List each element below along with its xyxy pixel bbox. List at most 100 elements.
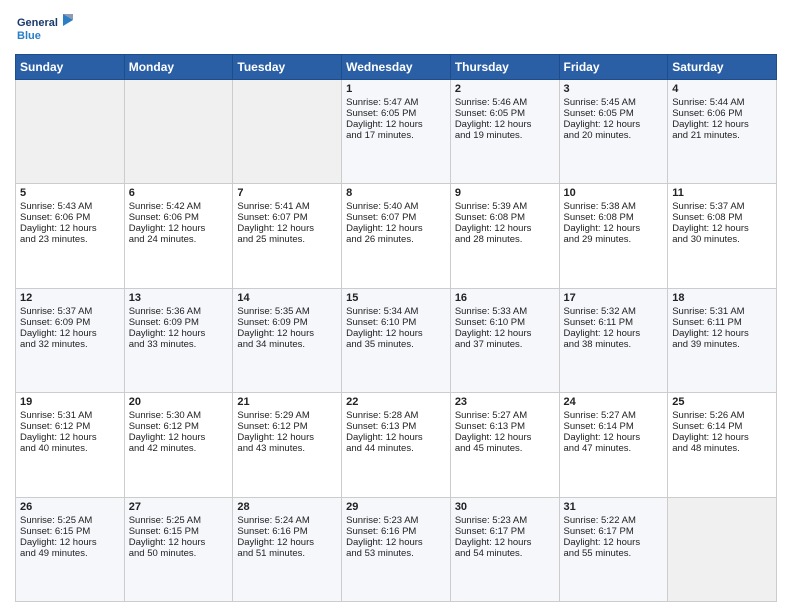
day-info: and 37 minutes. <box>455 339 555 350</box>
day-info: and 38 minutes. <box>564 339 664 350</box>
day-number: 22 <box>346 396 446 408</box>
day-info: Daylight: 12 hours <box>237 432 337 443</box>
day-info: Daylight: 12 hours <box>20 537 120 548</box>
day-info: Daylight: 12 hours <box>455 328 555 339</box>
day-info: and 43 minutes. <box>237 443 337 454</box>
day-number: 11 <box>672 187 772 199</box>
day-number: 24 <box>564 396 664 408</box>
day-info: Daylight: 12 hours <box>564 223 664 234</box>
day-info: and 29 minutes. <box>564 234 664 245</box>
day-number: 29 <box>346 501 446 513</box>
day-info: Sunset: 6:05 PM <box>455 108 555 119</box>
day-number: 25 <box>672 396 772 408</box>
calendar-week-5: 26Sunrise: 5:25 AMSunset: 6:15 PMDayligh… <box>16 497 777 601</box>
calendar-cell: 27Sunrise: 5:25 AMSunset: 6:15 PMDayligh… <box>124 497 233 601</box>
day-header-wednesday: Wednesday <box>342 55 451 80</box>
day-info: and 53 minutes. <box>346 548 446 559</box>
header: General Blue <box>15 10 777 46</box>
calendar-cell: 3Sunrise: 5:45 AMSunset: 6:05 PMDaylight… <box>559 80 668 184</box>
day-info: Sunrise: 5:26 AM <box>672 410 772 421</box>
day-info: Daylight: 12 hours <box>346 223 446 234</box>
calendar-cell: 17Sunrise: 5:32 AMSunset: 6:11 PMDayligh… <box>559 288 668 392</box>
calendar-cell: 26Sunrise: 5:25 AMSunset: 6:15 PMDayligh… <box>16 497 125 601</box>
day-number: 4 <box>672 83 772 95</box>
day-info: Sunrise: 5:27 AM <box>455 410 555 421</box>
day-header-friday: Friday <box>559 55 668 80</box>
calendar-cell: 7 Sunrise: 5:41 AMSunset: 6:07 PMDaylight… <box>233 184 342 288</box>
day-info: Sunset: 6:07 PM <box>346 212 446 223</box>
day-info: and 49 minutes. <box>20 548 120 559</box>
day-info: Daylight: 12 hours <box>20 328 120 339</box>
day-info: Sunset: 6:10 PM <box>455 317 555 328</box>
day-number: 3 <box>564 83 664 95</box>
day-info: Sunset: 6:08 PM <box>564 212 664 223</box>
calendar-cell <box>16 80 125 184</box>
day-number: 14 <box>237 292 337 304</box>
day-number: 17 <box>564 292 664 304</box>
day-info: Sunset: 6:05 PM <box>564 108 664 119</box>
day-info: Daylight: 12 hours <box>672 223 772 234</box>
day-info: Daylight: 12 hours <box>672 328 772 339</box>
calendar-cell: 31Sunrise: 5:22 AMSunset: 6:17 PMDayligh… <box>559 497 668 601</box>
day-info: Sunrise: 5:24 AM <box>237 515 337 526</box>
calendar-cell: 15Sunrise: 5:34 AMSunset: 6:10 PMDayligh… <box>342 288 451 392</box>
calendar-cell: 6Sunrise: 5:42 AMSunset: 6:06 PMDaylight… <box>124 184 233 288</box>
calendar-header-row: SundayMondayTuesdayWednesdayThursdayFrid… <box>16 55 777 80</box>
day-info: Sunset: 6:15 PM <box>20 526 120 537</box>
day-number: 7 <box>237 187 337 199</box>
day-info: Sunrise: 5:44 AM <box>672 97 772 108</box>
day-header-sunday: Sunday <box>16 55 125 80</box>
calendar-cell: 10Sunrise: 5:38 AMSunset: 6:08 PMDayligh… <box>559 184 668 288</box>
day-info: Daylight: 12 hours <box>346 328 446 339</box>
day-info: Sunset: 6:11 PM <box>672 317 772 328</box>
day-info: Daylight: 12 hours <box>672 432 772 443</box>
calendar-cell: 16Sunrise: 5:33 AMSunset: 6:10 PMDayligh… <box>450 288 559 392</box>
calendar-cell: 8Sunrise: 5:40 AMSunset: 6:07 PMDaylight… <box>342 184 451 288</box>
day-info: and 17 minutes. <box>346 130 446 141</box>
day-info: Sunset: 6:05 PM <box>346 108 446 119</box>
day-info: Daylight: 12 hours <box>237 223 337 234</box>
day-info: Daylight: 12 hours <box>237 537 337 548</box>
day-info: Sunset: 6:14 PM <box>564 421 664 432</box>
day-info: Sunset: 6:15 PM <box>129 526 229 537</box>
day-info: and 55 minutes. <box>564 548 664 559</box>
calendar-cell: 21Sunrise: 5:29 AMSunset: 6:12 PMDayligh… <box>233 393 342 497</box>
day-info: and 50 minutes. <box>129 548 229 559</box>
day-info: Daylight: 12 hours <box>346 537 446 548</box>
day-info: Sunset: 6:12 PM <box>20 421 120 432</box>
calendar-cell: 29Sunrise: 5:23 AMSunset: 6:16 PMDayligh… <box>342 497 451 601</box>
day-header-saturday: Saturday <box>668 55 777 80</box>
day-info: Daylight: 12 hours <box>564 328 664 339</box>
day-info: Sunset: 6:06 PM <box>20 212 120 223</box>
day-info: and 34 minutes. <box>237 339 337 350</box>
day-info: Daylight: 12 hours <box>672 119 772 130</box>
day-info: and 47 minutes. <box>564 443 664 454</box>
day-number: 30 <box>455 501 555 513</box>
day-info: Sunset: 6:07 PM <box>237 212 337 223</box>
day-info: and 40 minutes. <box>20 443 120 454</box>
calendar-week-1: 1Sunrise: 5:47 AMSunset: 6:05 PMDaylight… <box>16 80 777 184</box>
day-info: Sunrise: 5:41 AM <box>237 201 337 212</box>
day-header-tuesday: Tuesday <box>233 55 342 80</box>
day-info: and 44 minutes. <box>346 443 446 454</box>
day-info: Sunset: 6:16 PM <box>237 526 337 537</box>
day-number: 10 <box>564 187 664 199</box>
day-info: Sunrise: 5:36 AM <box>129 306 229 317</box>
day-info: and 48 minutes. <box>672 443 772 454</box>
day-number: 15 <box>346 292 446 304</box>
day-info: Daylight: 12 hours <box>564 119 664 130</box>
day-info: Sunset: 6:13 PM <box>346 421 446 432</box>
calendar-cell: 12Sunrise: 5:37 AMSunset: 6:09 PMDayligh… <box>16 288 125 392</box>
day-info: and 25 minutes. <box>237 234 337 245</box>
day-info: Sunrise: 5:34 AM <box>346 306 446 317</box>
day-info: Sunset: 6:12 PM <box>129 421 229 432</box>
day-info: Daylight: 12 hours <box>346 119 446 130</box>
calendar-cell: 19Sunrise: 5:31 AMSunset: 6:12 PMDayligh… <box>16 393 125 497</box>
day-info: Sunset: 6:17 PM <box>455 526 555 537</box>
day-info: Sunrise: 5:47 AM <box>346 97 446 108</box>
calendar-week-2: 5Sunrise: 5:43 AMSunset: 6:06 PMDaylight… <box>16 184 777 288</box>
day-number: 9 <box>455 187 555 199</box>
day-number: 5 <box>20 187 120 199</box>
day-info: and 42 minutes. <box>129 443 229 454</box>
day-number: 20 <box>129 396 229 408</box>
